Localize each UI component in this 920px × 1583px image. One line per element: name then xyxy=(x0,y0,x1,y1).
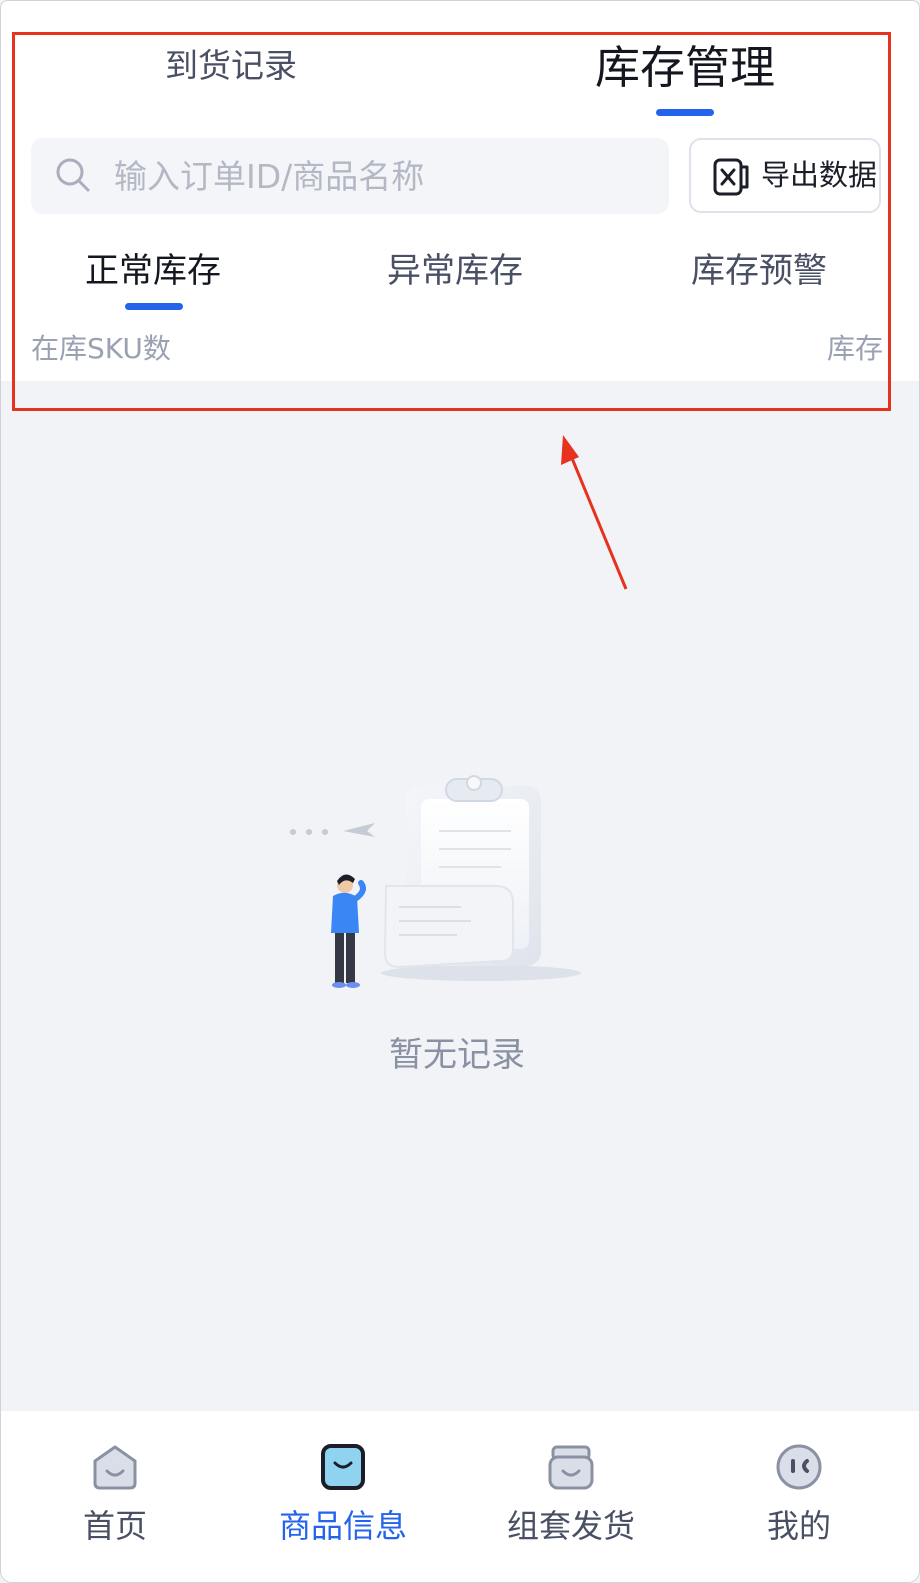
profile-icon xyxy=(776,1444,822,1490)
excel-icon xyxy=(713,158,749,196)
annotation-arrow-icon xyxy=(561,435,628,590)
nav-item-home[interactable]: 首页 xyxy=(1,1411,229,1582)
inventory-header-panel: 到货记录 库存管理 输入订单ID/商品名称 导出数据 正常库存 异常库存 库存预… xyxy=(1,1,919,381)
nav-item-mine[interactable]: 我的 xyxy=(685,1411,913,1582)
search-icon xyxy=(56,158,90,192)
nav-label-bundle-shipping: 组套发货 xyxy=(506,1507,635,1545)
column-header-stock: 库存 xyxy=(826,332,883,365)
bundle-shipping-icon xyxy=(548,1445,594,1490)
nav-item-bundle-shipping[interactable]: 组套发货 xyxy=(457,1411,685,1582)
subtab-abnormal-inventory[interactable]: 异常库存 xyxy=(365,241,545,301)
product-icon xyxy=(321,1444,365,1490)
app-screen: 到货记录 库存管理 输入订单ID/商品名称 导出数据 正常库存 异常库存 库存预… xyxy=(0,0,920,1583)
empty-clipboard-illustration xyxy=(290,775,581,988)
tab-arrival-records[interactable]: 到货记录 xyxy=(101,27,361,99)
subtab-inventory-warning[interactable]: 库存预警 xyxy=(669,241,849,301)
subtab-normal-inventory[interactable]: 正常库存 xyxy=(63,241,243,301)
export-data-label: 导出数据 xyxy=(761,158,878,192)
nav-label-home: 首页 xyxy=(82,1507,147,1545)
tab-inventory-management[interactable]: 库存管理 xyxy=(553,27,817,99)
search-placeholder: 输入订单ID/商品名称 xyxy=(114,157,425,196)
active-tab-indicator xyxy=(656,109,714,116)
active-subtab-indicator xyxy=(125,303,183,310)
nav-item-products[interactable]: 商品信息 xyxy=(229,1411,457,1582)
nav-label-products: 商品信息 xyxy=(278,1507,407,1545)
export-data-button[interactable]: 导出数据 xyxy=(689,138,881,213)
nav-label-mine: 我的 xyxy=(766,1507,831,1545)
bottom-navigation: 首页 商品信息 组套发货 我的 xyxy=(1,1411,919,1582)
empty-state-text: 暂无记录 xyxy=(389,1035,525,1075)
column-header-sku-count: 在库SKU数 xyxy=(31,332,171,365)
home-icon xyxy=(93,1445,137,1490)
